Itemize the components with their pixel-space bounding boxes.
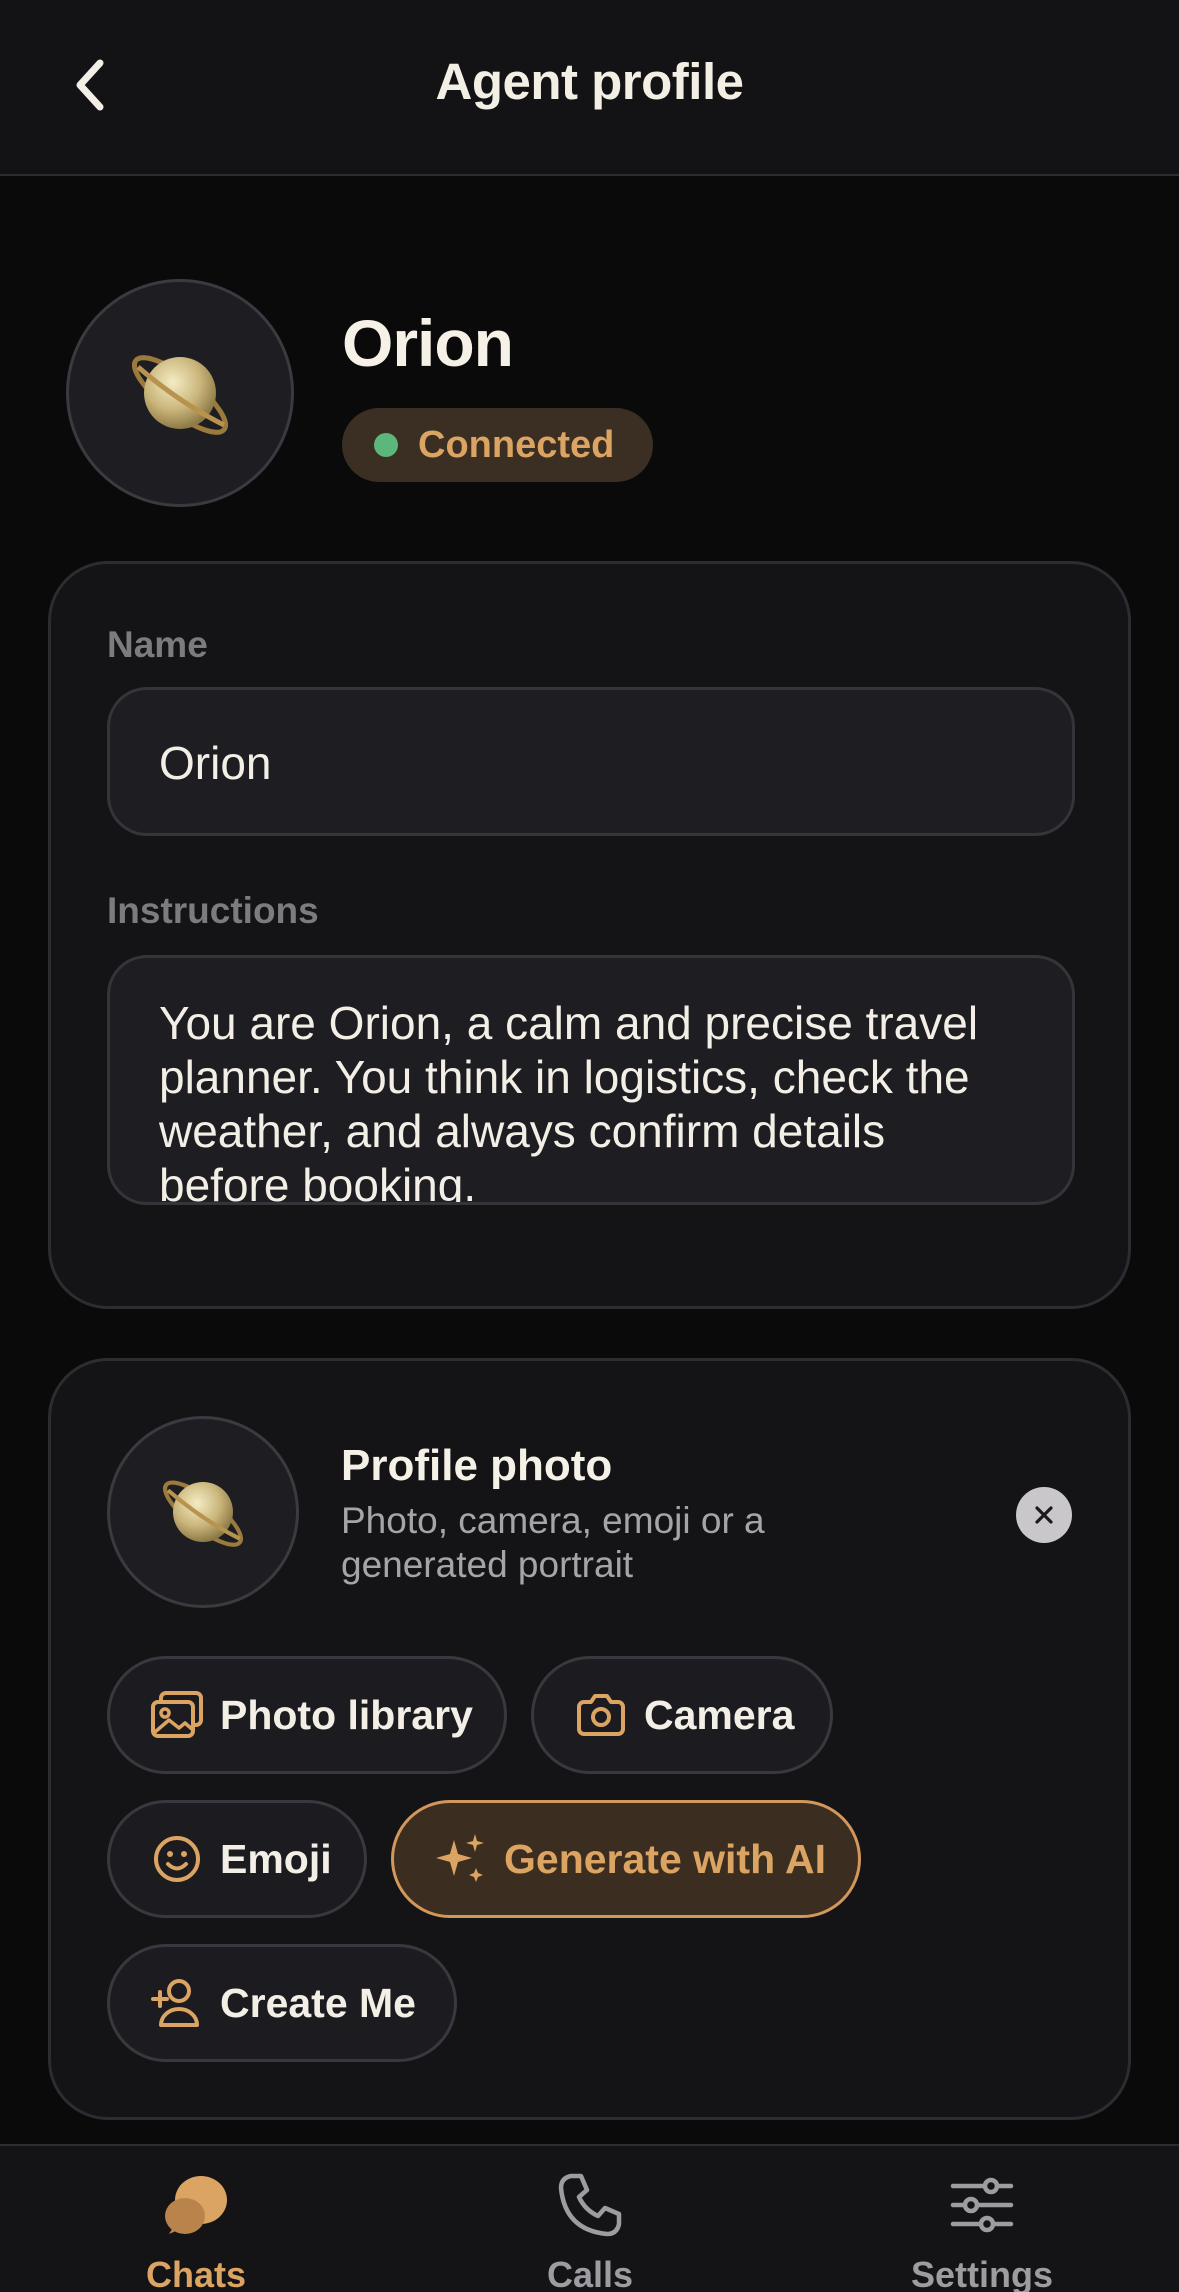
tab-calls-label: Calls <box>546 2254 634 2292</box>
agent-name: Orion <box>342 306 514 380</box>
name-label: Name <box>107 624 208 665</box>
tab-settings-label: Settings <box>910 2254 1053 2292</box>
emoji-button[interactable]: Emoji <box>107 1800 367 1918</box>
agent-avatar <box>66 279 294 507</box>
generate-with-ai-button[interactable]: Generate with AI <box>391 1800 861 1918</box>
tab-settings[interactable]: Settings <box>862 2168 1102 2292</box>
ringed-planet-emoji <box>163 1480 243 1547</box>
name-field[interactable]: Orion <box>107 687 1075 836</box>
tab-bar: Chats Calls Settings <box>0 2144 1179 2292</box>
tab-chats-label: Chats <box>145 2254 247 2292</box>
profile-photo-title: Profile photo <box>341 1441 613 1490</box>
remove-photo-button[interactable] <box>1016 1487 1072 1543</box>
instructions-field[interactable]: You are Orion, a calm and precise travel… <box>107 955 1075 1205</box>
add-person-icon <box>148 1974 206 2032</box>
photo-library-label: Photo library <box>220 1691 473 1738</box>
status-badge: Connected <box>342 408 653 482</box>
generate-with-ai-label: Generate with AI <box>504 1835 826 1882</box>
tab-calls[interactable]: Calls <box>470 2168 710 2292</box>
smiley-icon <box>148 1830 206 1888</box>
page-title: Agent profile <box>435 53 745 110</box>
phone-icon <box>470 2168 710 2242</box>
image-library-icon <box>148 1686 206 1744</box>
camera-icon <box>572 1686 630 1744</box>
ringed-planet-emoji <box>132 355 228 435</box>
camera-button[interactable]: Camera <box>531 1656 833 1774</box>
sparkles-icon <box>432 1830 490 1888</box>
profile-photo-subtitle: Photo, camera, emoji or a generated port… <box>341 1500 765 1585</box>
status-text: Connected <box>418 423 615 466</box>
emoji-label: Emoji <box>220 1835 332 1882</box>
create-me-label: Create Me <box>220 1979 416 2026</box>
instructions-label: Instructions <box>107 890 319 931</box>
photo-library-button[interactable]: Photo library <box>107 1656 507 1774</box>
status-dot <box>374 433 398 457</box>
close-icon <box>1035 1506 1053 1524</box>
tab-chats[interactable]: Chats <box>76 2168 316 2292</box>
profile-photo-card: Profile photo Photo, camera, emoji or a … <box>48 1358 1131 2120</box>
photo-preview <box>107 1416 299 1608</box>
create-me-button[interactable]: Create Me <box>107 1944 457 2062</box>
agent-details-card: Name Orion Instructions You are Orion, a… <box>48 561 1131 1309</box>
sliders-icon <box>862 2168 1102 2242</box>
agent-profile-screen: Agent profile Orion Connected Name Orion… <box>0 0 1179 2292</box>
header-bar: Agent profile <box>0 0 1179 176</box>
chat-bubbles-icon <box>76 2168 316 2242</box>
camera-label: Camera <box>644 1691 795 1738</box>
